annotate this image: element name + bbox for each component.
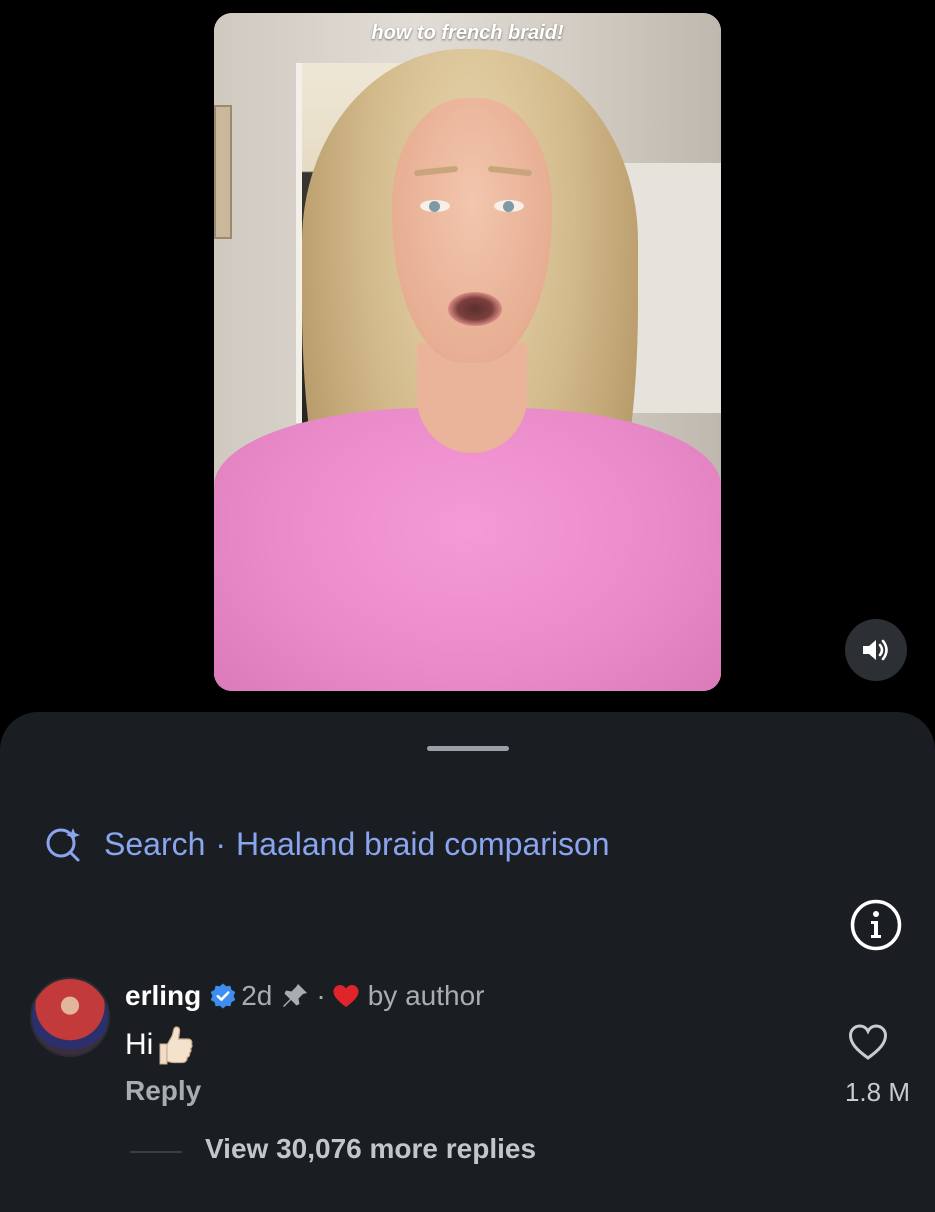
search-prefix: Search [104,825,206,862]
speaker-icon [863,639,888,661]
heart-filled-icon [333,985,359,1007]
liked-by-author-label: by author [367,980,485,1011]
pin-icon [283,984,308,1007]
avatar[interactable] [30,977,110,1057]
info-button[interactable] [850,899,902,951]
video-player[interactable]: how to french braid! [214,13,721,691]
replies-divider [130,1151,182,1153]
view-more-replies-button[interactable]: View 30,076 more replies [205,1133,536,1165]
reply-button[interactable]: Reply [125,1075,201,1107]
sheet-drag-handle[interactable] [427,746,509,751]
comments-sheet: Search · Haaland braid comparison erling 2… [0,712,935,1212]
like-count: 1.8 M [844,1077,910,1107]
comment-item: erling 2d · by author Hi [30,977,910,1067]
info-icon [850,899,902,951]
comment-body: Hi [125,1024,194,1066]
video-caption: how to french braid! [371,22,564,44]
video-area: how to french braid! [0,0,935,712]
heart-outline-icon [848,1024,888,1060]
related-search-link[interactable]: Search · Haaland braid comparison [44,824,610,864]
thumbs-up-emoji-icon [159,1026,193,1065]
search-query: Haaland braid comparison [236,825,610,862]
comment-time: 2d [241,980,273,1011]
comment-text: Hi [125,1028,154,1061]
search-separator: · [215,825,227,862]
comment-meta: erling 2d · by author [125,980,485,1012]
search-sparkle-icon [46,828,80,862]
verified-badge-icon [210,983,236,1009]
comment-username[interactable]: erling [125,980,201,1012]
sound-toggle-button[interactable] [845,619,907,681]
like-button[interactable] [847,1022,889,1062]
